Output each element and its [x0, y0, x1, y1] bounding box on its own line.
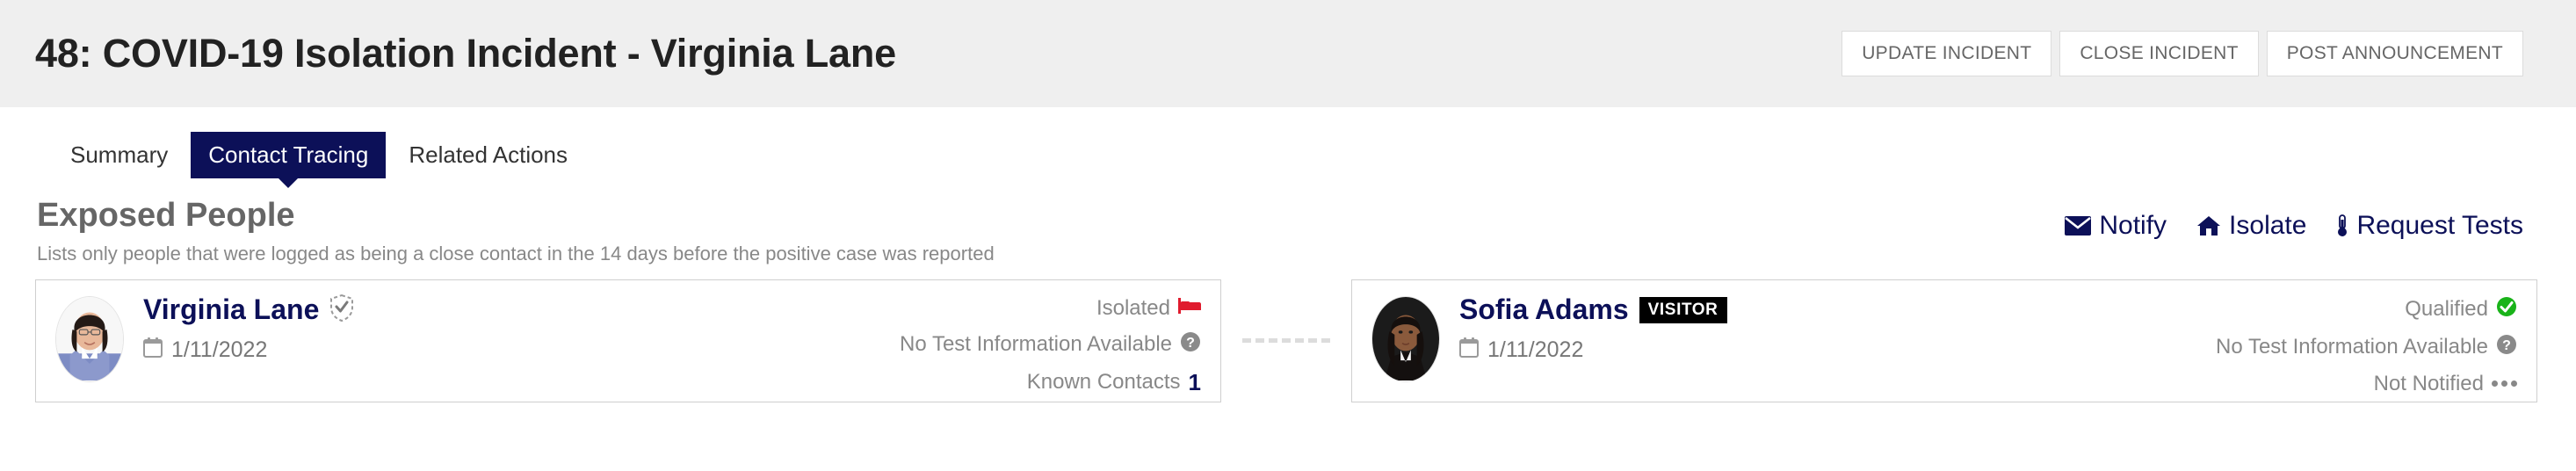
- calendar-icon: [143, 337, 163, 364]
- notify-action[interactable]: Notify: [2065, 211, 2167, 241]
- notify-label: Notify: [2099, 211, 2167, 240]
- status-no-test-info: No Test Information Available ?: [2216, 334, 2517, 361]
- person-name-row: Sofia Adams VISITOR: [1459, 293, 2216, 328]
- status-qualified: Qualified: [2405, 296, 2517, 323]
- shield-check-dashed-icon: [329, 293, 354, 326]
- ellipsis-icon[interactable]: [2492, 380, 2517, 388]
- post-announcement-button[interactable]: POST ANNOUNCEMENT: [2266, 31, 2523, 76]
- status-label: Isolated: [1096, 295, 1170, 320]
- update-incident-button[interactable]: UPDATE INCIDENT: [1842, 31, 2052, 76]
- person-date: 1/11/2022: [1487, 337, 1584, 362]
- tab-related-actions[interactable]: Related Actions: [391, 132, 585, 178]
- avatar: [1371, 295, 1440, 382]
- person-card[interactable]: Virginia Lane 1/11/2022 Isolated No Test…: [35, 279, 1221, 402]
- bed-icon: [1178, 296, 1201, 321]
- isolate-action[interactable]: Isolate: [2196, 211, 2306, 241]
- request-tests-label: Request Tests: [2356, 211, 2523, 240]
- status-label: Known Contacts: [1026, 370, 1181, 395]
- person-info: Sofia Adams VISITOR 1/11/2022: [1440, 293, 2216, 364]
- thermometer-icon: [2336, 214, 2348, 237]
- status-label: No Test Information Available: [2216, 335, 2488, 359]
- home-icon: [2196, 215, 2221, 236]
- section-title-group: Exposed People Lists only people that we…: [37, 197, 995, 265]
- page-title: 48: COVID-19 Isolation Incident - Virgin…: [35, 31, 896, 76]
- check-circle-icon: [2496, 296, 2517, 323]
- status-isolated: Isolated: [1096, 296, 1201, 321]
- person-date-row: 1/11/2022: [1459, 337, 2216, 364]
- exposed-people-list: Virginia Lane 1/11/2022 Isolated No Test…: [0, 265, 2576, 402]
- calendar-icon: [1459, 337, 1479, 364]
- person-name[interactable]: Sofia Adams: [1459, 293, 1629, 326]
- person-info: Virginia Lane 1/11/2022: [124, 293, 900, 364]
- tab-bar: Summary Contact Tracing Related Actions: [0, 107, 2576, 181]
- contact-connector: [1221, 279, 1351, 402]
- person-name[interactable]: Virginia Lane: [143, 293, 319, 326]
- connector-dashed-line: [1242, 338, 1330, 344]
- close-incident-button[interactable]: CLOSE INCIDENT: [2059, 31, 2259, 76]
- status-label: Not Notified: [2373, 371, 2484, 395]
- status-label: Qualified: [2405, 297, 2488, 322]
- status-no-test-info: No Test Information Available ?: [900, 331, 1201, 359]
- request-tests-action[interactable]: Request Tests: [2336, 211, 2523, 241]
- question-circle-icon[interactable]: ?: [2496, 334, 2517, 361]
- tab-summary[interactable]: Summary: [53, 132, 185, 178]
- person-card[interactable]: Sofia Adams VISITOR 1/11/2022 Qualified: [1351, 279, 2537, 402]
- header-action-group: UPDATE INCIDENT CLOSE INCIDENT POST ANNO…: [1834, 31, 2523, 76]
- person-status-list: Isolated No Test Information Available ?: [900, 293, 1201, 396]
- exposed-people-section-header: Exposed People Lists only people that we…: [0, 181, 2576, 265]
- page-header: 48: COVID-19 Isolation Incident - Virgin…: [0, 0, 2576, 107]
- status-known-contacts: Known Contacts 1: [1027, 369, 1201, 396]
- avatar: [55, 295, 124, 382]
- person-date: 1/11/2022: [171, 337, 268, 362]
- person-name-row: Virginia Lane: [143, 293, 900, 328]
- section-subtitle: Lists only people that were logged as be…: [37, 242, 995, 264]
- section-title: Exposed People: [37, 197, 295, 234]
- status-not-notified: Not Notified: [2374, 372, 2517, 396]
- status-label: No Test Information Available: [900, 332, 1172, 357]
- envelope-icon: [2065, 216, 2092, 236]
- svg-text:?: ?: [2502, 338, 2511, 353]
- person-status-list: Qualified No Test Information Available …: [2216, 293, 2517, 396]
- visitor-badge: VISITOR: [1639, 296, 1727, 323]
- tab-contact-tracing[interactable]: Contact Tracing: [191, 132, 387, 178]
- isolate-label: Isolate: [2229, 211, 2307, 240]
- question-circle-icon[interactable]: ?: [1180, 331, 1201, 359]
- known-contacts-count: 1: [1188, 368, 1201, 395]
- section-action-links: Notify Isolate Request Tests: [2065, 211, 2523, 241]
- svg-text:?: ?: [1186, 336, 1195, 351]
- person-date-row: 1/11/2022: [143, 337, 900, 364]
